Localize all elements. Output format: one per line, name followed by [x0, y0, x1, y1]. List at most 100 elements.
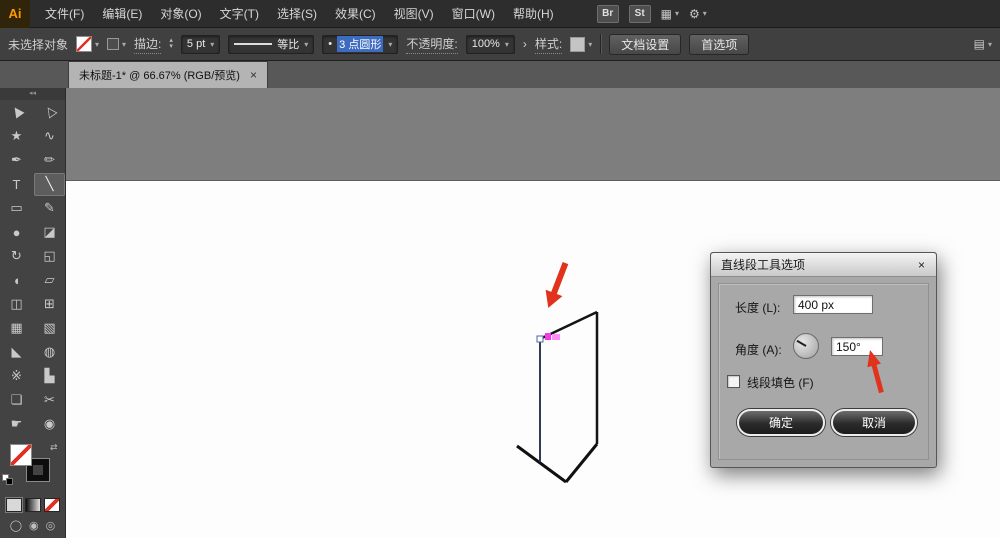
- bridge-badge[interactable]: Br: [596, 4, 619, 23]
- uniform-profile-icon: [234, 43, 273, 45]
- brush-definition-dropdown[interactable]: • 3 点圆形 ▾: [322, 34, 399, 54]
- lasso-tool[interactable]: ∿: [34, 125, 65, 148]
- stroke-weight-value: 5 pt: [186, 38, 206, 50]
- rectangle-tool-icon: ▭: [10, 200, 23, 215]
- perspective-grid-tool[interactable]: ⊞: [34, 293, 65, 316]
- direct-selection-tool[interactable]: ▷: [34, 101, 65, 124]
- shape-builder-tool[interactable]: ◫: [1, 293, 32, 316]
- fill-proxy-icon: [107, 38, 120, 50]
- anchor-highlight: [536, 333, 560, 343]
- zoom-tool[interactable]: ◉: [34, 413, 65, 436]
- tools-panel-collapse-icon[interactable]: ◂◂: [0, 88, 65, 100]
- width-tool[interactable]: ◖: [1, 269, 32, 292]
- control-bar: 未选择对象 ▾ ▾ 描边: ▴ ▾ 5 pt ▾ 等比 ▾ • 3 点圆形 ▾ …: [0, 28, 1000, 61]
- style-dropdown[interactable]: ▾: [570, 36, 592, 52]
- hand-tool[interactable]: ☛: [1, 413, 32, 436]
- length-label: 长度 (L):: [735, 301, 781, 315]
- column-graph-tool[interactable]: ▙: [34, 365, 65, 388]
- paintbrush-tool[interactable]: ✎: [34, 197, 65, 220]
- menu-item-view[interactable]: 视图(V): [385, 0, 443, 28]
- opacity-dropdown[interactable]: 100% ▾: [465, 34, 515, 54]
- red-arrow-canvas: [545, 261, 569, 308]
- fill-swatch-none[interactable]: [10, 444, 32, 466]
- gradient-button[interactable]: [24, 498, 41, 512]
- arrange-documents-dropdown[interactable]: ▦ ▾: [661, 7, 679, 21]
- fill-proxy-dropdown[interactable]: ▾: [107, 38, 126, 50]
- draw-inside-button[interactable]: ◎: [46, 519, 56, 532]
- menu-item-select[interactable]: 选择(S): [268, 0, 326, 28]
- paintbrush-tool-icon: ✎: [44, 200, 55, 215]
- angle-label: 角度 (A):: [735, 343, 782, 357]
- free-transform-tool[interactable]: ▱: [34, 269, 65, 292]
- workspace-gear-icon: ⚙: [689, 6, 700, 21]
- menu-item-help[interactable]: 帮助(H): [504, 0, 563, 28]
- color-button[interactable]: [5, 498, 22, 512]
- pen-tool[interactable]: ✒: [1, 149, 32, 172]
- swap-fill-stroke-icon[interactable]: ⇄: [50, 442, 58, 453]
- rectangle-tool[interactable]: ▭: [1, 197, 32, 220]
- eyedropper-tool[interactable]: ◣: [1, 341, 32, 364]
- menu-item-object[interactable]: 对象(O): [151, 0, 210, 28]
- mesh-tool[interactable]: ▦: [1, 317, 32, 340]
- stroke-panel-link[interactable]: 描边:: [134, 35, 162, 54]
- eraser-tool[interactable]: ◪: [34, 221, 65, 244]
- cancel-button[interactable]: 取消: [831, 409, 917, 436]
- angle-dial[interactable]: [793, 333, 819, 359]
- selection-tool[interactable]: ▶: [1, 101, 32, 124]
- blend-tool-icon: ◍: [43, 344, 56, 359]
- fill-line-checkbox[interactable]: [727, 375, 740, 388]
- dialog-close-icon[interactable]: ×: [914, 257, 929, 272]
- opacity-flyout-icon[interactable]: ›: [523, 37, 527, 51]
- artboard-tool[interactable]: ❏: [1, 389, 32, 412]
- eraser-tool-icon: ◪: [43, 224, 56, 239]
- stroke-weight-dropdown[interactable]: 5 pt ▾: [180, 34, 221, 54]
- fill-stroke-controls: ⇄: [0, 440, 65, 492]
- brush-bullet-icon: •: [328, 38, 333, 50]
- magic-wand-tool[interactable]: ★: [1, 125, 32, 148]
- pencil-tool[interactable]: ✏: [34, 149, 65, 172]
- menu-item-file[interactable]: 文件(F): [36, 0, 93, 28]
- none-button[interactable]: [43, 498, 60, 512]
- symbol-sprayer-tool[interactable]: ※: [1, 365, 32, 388]
- document-setup-button[interactable]: 文档设置: [609, 33, 682, 55]
- opacity-value: 100%: [471, 38, 500, 50]
- tools-panel: ◂◂ ▶ ▷ ★ ∿ ✒ ✏ T ╲ ▭ ✎ ● ◪ ↻ ◱ ◖ ▱ ◫ ⊞ ▦ ▧ ◣ ◍ ※ ▙ ❏ ✂ ☛ ◉ ⇄ ◯ ◉ ◎: [0, 88, 66, 538]
- type-tool[interactable]: T: [1, 173, 32, 196]
- blend-tool[interactable]: ◍: [34, 341, 65, 364]
- ok-button[interactable]: 确定: [737, 409, 825, 436]
- scale-tool[interactable]: ◱: [34, 245, 65, 268]
- width-profile-dropdown[interactable]: 等比 ▾: [228, 34, 315, 54]
- draw-normal-button[interactable]: ◯: [10, 519, 22, 532]
- gradient-tool[interactable]: ▧: [34, 317, 65, 340]
- color-mode-buttons: [0, 498, 65, 512]
- style-swatch-icon: [570, 36, 586, 52]
- width-tool-icon: ◖: [12, 272, 21, 288]
- style-panel-link[interactable]: 样式:: [534, 35, 563, 54]
- slice-tool[interactable]: ✂: [34, 389, 65, 412]
- menu-item-effect[interactable]: 效果(C): [326, 0, 385, 28]
- stock-badge[interactable]: St: [628, 4, 651, 23]
- menu-item-type[interactable]: 文字(T): [211, 0, 268, 28]
- document-tab[interactable]: 未标题-1* @ 66.67% (RGB/预览) ×: [68, 61, 268, 88]
- drawing-mode-buttons: ◯ ◉ ◎: [0, 519, 65, 532]
- direct-selection-tool-icon: ▷: [40, 103, 59, 121]
- stroke-weight-stepper[interactable]: ▴ ▾: [169, 37, 173, 50]
- chevron-down-icon: ▾: [122, 39, 127, 49]
- control-panel-menu[interactable]: ▤ ▾: [974, 37, 992, 51]
- preferences-button[interactable]: 首选项: [689, 33, 750, 55]
- menu-item-window[interactable]: 窗口(W): [443, 0, 504, 28]
- length-input[interactable]: [793, 295, 873, 314]
- menu-item-edit[interactable]: 编辑(E): [93, 0, 151, 28]
- line-segment-tool[interactable]: ╲: [34, 172, 65, 196]
- default-fill-stroke-icon[interactable]: [2, 474, 14, 486]
- blob-brush-tool[interactable]: ●: [1, 221, 32, 244]
- scale-tool-icon: ◱: [43, 248, 56, 263]
- chevron-down-icon: ▾: [388, 39, 393, 49]
- workspace-switcher[interactable]: ⚙ ▾: [689, 7, 707, 21]
- draw-behind-button[interactable]: ◉: [29, 519, 39, 532]
- opacity-panel-link[interactable]: 不透明度:: [406, 35, 458, 54]
- stroke-color-dropdown[interactable]: ▾: [76, 36, 99, 52]
- tab-close-icon[interactable]: ×: [250, 69, 257, 81]
- rotate-tool[interactable]: ↻: [1, 245, 32, 268]
- arrange-documents-icon: ▦: [660, 6, 672, 21]
